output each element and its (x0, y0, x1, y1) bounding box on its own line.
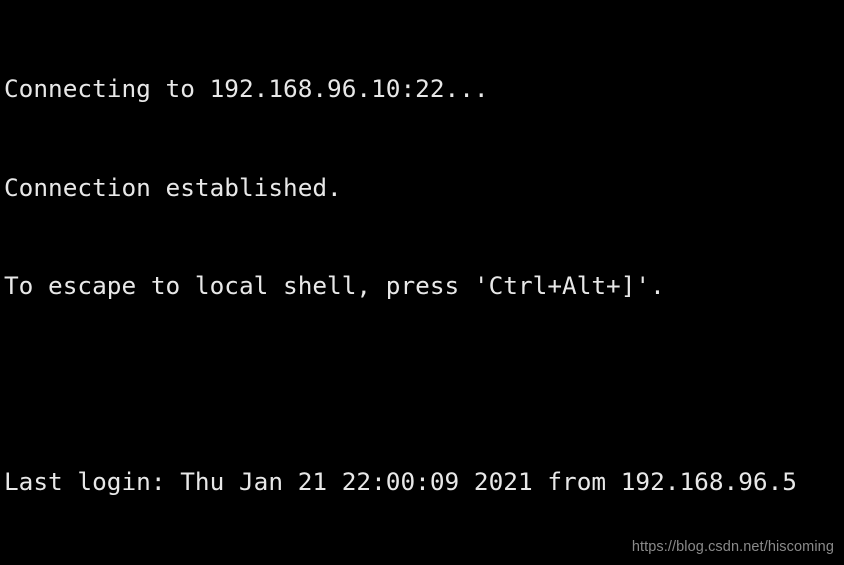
terminal-line: Last login: Thu Jan 21 22:00:09 2021 fro… (4, 466, 797, 496)
terminal-line: To escape to local shell, press 'Ctrl+Al… (4, 270, 665, 300)
watermark-url: https://blog.csdn.net/hiscoming (631, 539, 834, 555)
terminal-line: Connection established. (4, 172, 342, 202)
terminal-line: Connecting to 192.168.96.10:22... (4, 74, 489, 104)
terminal-window[interactable]: Connecting to 192.168.96.10:22... Connec… (0, 0, 844, 565)
terminal-output[interactable]: Connecting to 192.168.96.10:22... Connec… (4, 8, 844, 565)
